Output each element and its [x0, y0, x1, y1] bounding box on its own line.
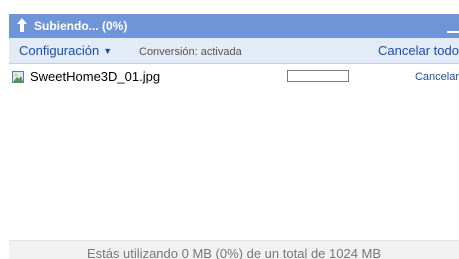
upload-arrow-icon [17, 18, 27, 32]
upload-title: Subiendo... (0%) [34, 19, 128, 33]
settings-menu-button[interactable]: Configuración ▼ [19, 43, 112, 59]
upload-toolbar: Configuración ▼ Conversión: activada Canc… [9, 38, 459, 64]
file-row: SweetHome3D_01.jpg Cancelar [9, 68, 459, 86]
minimize-icon[interactable] [447, 31, 459, 33]
settings-label: Configuración [19, 43, 100, 58]
title-bar: Subiendo... (0%) [9, 14, 459, 38]
upload-progress-bar [287, 70, 349, 82]
conversion-status: Conversión: activada [139, 46, 242, 58]
file-list: SweetHome3D_01.jpg Cancelar [9, 64, 459, 240]
storage-footer: Estás utilizando 0 MB (0%) de un total d… [9, 240, 459, 259]
file-name: SweetHome3D_01.jpg [30, 69, 161, 84]
chevron-down-icon: ▼ [103, 46, 113, 56]
cancel-all-button[interactable]: Cancelar todo [378, 43, 459, 59]
upload-dialog: Subiendo... (0%) Configuración ▼ Conversi… [0, 0, 459, 259]
image-file-icon [12, 71, 24, 83]
storage-usage-text: Estás utilizando 0 MB (0%) de un total d… [86, 246, 382, 259]
cancel-upload-button[interactable]: Cancelar [415, 70, 459, 84]
